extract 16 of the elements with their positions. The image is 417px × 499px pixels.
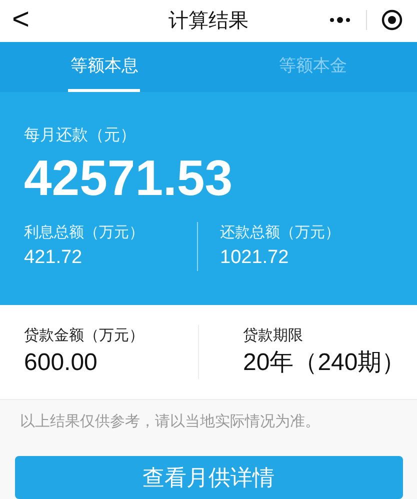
stat-value: 600.00: [24, 348, 98, 378]
tab[interactable]: 等额本金: [276, 42, 349, 92]
monthly-amount: 42571.53: [24, 149, 233, 208]
stat-label: 贷款期限: [243, 326, 303, 346]
monthly-details-button[interactable]: 查看月供详情: [14, 456, 402, 498]
page-title: 计算结果: [168, 9, 248, 34]
stat-value: 20年（240期）: [243, 348, 406, 378]
monthly-label: 每月还款（元）: [24, 126, 136, 146]
back-button[interactable]: <: [12, 2, 30, 38]
stat-label: 贷款金额（万元）: [24, 326, 144, 346]
disclaimer-text: 以上结果仅供参考，请以当地实际情况为准。: [20, 412, 320, 432]
more-icon[interactable]: [329, 16, 351, 24]
stat-label: 还款总额（万元）: [220, 223, 340, 243]
stat-value: 421.72: [24, 246, 82, 270]
stat-value: 1021.72: [220, 246, 289, 270]
stat-label: 利息总额（万元）: [24, 223, 144, 243]
